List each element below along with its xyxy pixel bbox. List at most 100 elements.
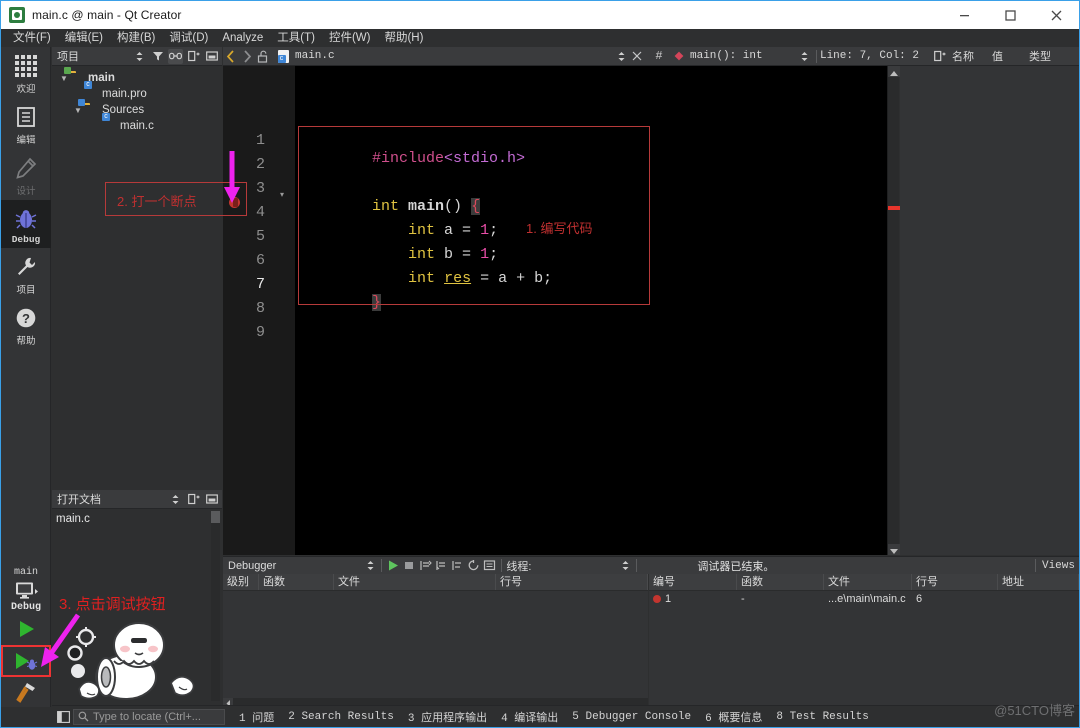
filter-icon[interactable] — [150, 49, 165, 64]
close-button[interactable] — [1033, 1, 1079, 29]
status-bar: Type to locate (Ctrl+... 1 问题 2 Search R… — [52, 705, 1079, 727]
bp-col-file[interactable]: 文件 — [824, 574, 912, 590]
bp-col-number[interactable]: 编号 — [649, 574, 737, 590]
views-button[interactable]: Views — [1042, 560, 1075, 572]
stack-view[interactable]: 级别 函数 文件 行号 — [223, 574, 648, 709]
open-documents-tools — [168, 492, 222, 507]
mode-welcome[interactable]: 欢迎 — [1, 47, 51, 98]
output-tab-application-output[interactable]: 3 应用程序输出 — [401, 709, 494, 725]
stack-header-row: 级别 函数 文件 行号 — [223, 574, 648, 591]
fold-marker-icon[interactable]: ▾ — [280, 190, 284, 199]
mode-design[interactable]: 设计 — [1, 149, 51, 200]
step-out-icon[interactable] — [449, 557, 465, 574]
stack-col-line[interactable]: 行号 — [496, 574, 648, 590]
menu-edit[interactable]: 编辑(E) — [58, 29, 110, 47]
nav-forward-icon[interactable] — [239, 48, 255, 65]
grid-icon — [14, 54, 38, 78]
thread-dropdown-icon[interactable] — [617, 557, 633, 574]
step-into-icon[interactable] — [433, 557, 449, 574]
bp-col-address[interactable]: 地址 — [998, 574, 1079, 590]
bp-col-line[interactable]: 行号 — [912, 574, 998, 590]
output-tab-debugger-console[interactable]: 5 Debugger Console — [565, 711, 698, 723]
unlock-icon[interactable] — [255, 48, 271, 65]
split-icon[interactable] — [186, 49, 201, 64]
editor-gutter[interactable]: 1 2 3 4 5 6 7 8 9 ▾ — [223, 66, 295, 555]
line-number: 9 — [225, 324, 265, 341]
editor-scrollbar[interactable] — [887, 66, 899, 555]
chevron-down-icon[interactable]: ▼ — [58, 74, 70, 83]
output-tab-general-messages[interactable]: 6 概要信息 — [698, 709, 769, 725]
current-symbol-label[interactable]: main(): int — [690, 50, 763, 62]
output-tab-compile-output[interactable]: 4 编译输出 — [494, 709, 565, 725]
tree-item-main[interactable]: ▼ main — [58, 70, 222, 86]
code-editor[interactable]: 1 2 3 4 5 6 7 8 9 ▾ #include<stdio.h> in… — [223, 66, 889, 555]
mode-help[interactable]: ? 帮助 — [1, 299, 51, 350]
menu-debug[interactable]: 调试(D) — [162, 29, 215, 47]
maximize-button[interactable] — [987, 1, 1033, 29]
chevron-updown-icon[interactable] — [362, 557, 378, 574]
stack-col-function[interactable]: 函数 — [259, 574, 334, 590]
run-button[interactable] — [1, 613, 51, 645]
collapse-icon[interactable] — [204, 492, 219, 507]
panel-dropdown-icon[interactable] — [168, 492, 183, 507]
menu-analyze[interactable]: Analyze — [215, 29, 270, 47]
menu-help[interactable]: 帮助(H) — [377, 29, 430, 47]
split-icon[interactable] — [186, 492, 201, 507]
svg-text:?: ? — [22, 311, 30, 326]
editor-tab-filename[interactable]: main.c — [295, 50, 335, 62]
locator-input[interactable]: Type to locate (Ctrl+... — [73, 709, 225, 725]
scrollbar-thumb[interactable] — [211, 511, 220, 523]
sync-link-icon[interactable] — [168, 49, 183, 64]
stack-col-level[interactable]: 级别 — [223, 574, 259, 590]
continue-icon[interactable] — [385, 557, 401, 574]
chevron-down-icon[interactable]: ▼ — [72, 106, 84, 115]
breakpoint-icon[interactable] — [229, 197, 240, 208]
output-tab-issues[interactable]: 1 问题 — [232, 709, 281, 725]
bug-icon — [14, 207, 38, 231]
window-controls — [941, 1, 1079, 29]
step-over-icon[interactable] — [417, 557, 433, 574]
build-hammer-button[interactable] — [1, 677, 51, 707]
tree-item-label: main.c — [120, 120, 154, 132]
minimize-button[interactable] — [941, 1, 987, 29]
stack-col-file[interactable]: 文件 — [334, 574, 496, 590]
toggle-view-icon[interactable] — [481, 557, 497, 574]
output-tab-test-results[interactable]: 8 Test Results — [769, 711, 875, 723]
bp-col-function[interactable]: 函数 — [737, 574, 824, 590]
scroll-down-button[interactable] — [888, 544, 900, 555]
kit-selector[interactable]: main Debug — [1, 563, 51, 613]
menu-window[interactable]: 控件(W) — [322, 29, 378, 47]
split-editor-icon[interactable] — [932, 48, 948, 65]
restart-icon[interactable] — [465, 557, 481, 574]
mode-edit[interactable]: 编辑 — [1, 98, 51, 149]
nav-back-icon[interactable] — [223, 48, 239, 65]
mode-debug[interactable]: Debug — [1, 200, 51, 248]
hash-symbol-icon[interactable]: # — [651, 48, 667, 65]
panel-dropdown-icon[interactable] — [132, 49, 147, 64]
menu-build[interactable]: 构建(B) — [110, 29, 162, 47]
collapse-icon[interactable] — [204, 49, 219, 64]
menu-tools[interactable]: 工具(T) — [270, 29, 322, 47]
project-panel-title: 项目 — [57, 48, 79, 64]
list-item[interactable]: main.c — [56, 512, 222, 527]
table-row[interactable]: 1 - ...e\main\main.c 6 — [649, 591, 1079, 607]
code-text[interactable]: #include<stdio.h> int main() { int a = 1… — [295, 66, 889, 555]
chevron-updown-icon[interactable] — [797, 48, 813, 65]
line-number: 7 — [225, 276, 265, 293]
mode-projects[interactable]: 项目 — [1, 248, 51, 299]
line-number: 5 — [225, 228, 265, 245]
menu-file[interactable]: 文件(F) — [6, 29, 58, 47]
scroll-up-button[interactable] — [888, 66, 900, 77]
chevron-updown-icon[interactable] — [613, 48, 629, 65]
code-token: } — [372, 294, 381, 311]
tree-item-main-c[interactable]: main.c — [58, 118, 222, 134]
locals-and-expressions-pane[interactable] — [900, 66, 1079, 555]
output-tab-search-results[interactable]: 2 Search Results — [281, 711, 401, 723]
breakpoints-view[interactable]: 编号 函数 文件 行号 地址 1 - ...e\main\main.c 6 — [649, 574, 1079, 709]
debug-button[interactable] — [1, 645, 51, 677]
stop-icon[interactable] — [401, 557, 417, 574]
open-documents-scrollbar[interactable] — [211, 511, 220, 701]
close-editor-icon[interactable] — [629, 48, 645, 65]
tree-item-sources[interactable]: ▼ Sources — [58, 102, 222, 118]
toggle-sidebar-icon[interactable] — [56, 710, 70, 724]
